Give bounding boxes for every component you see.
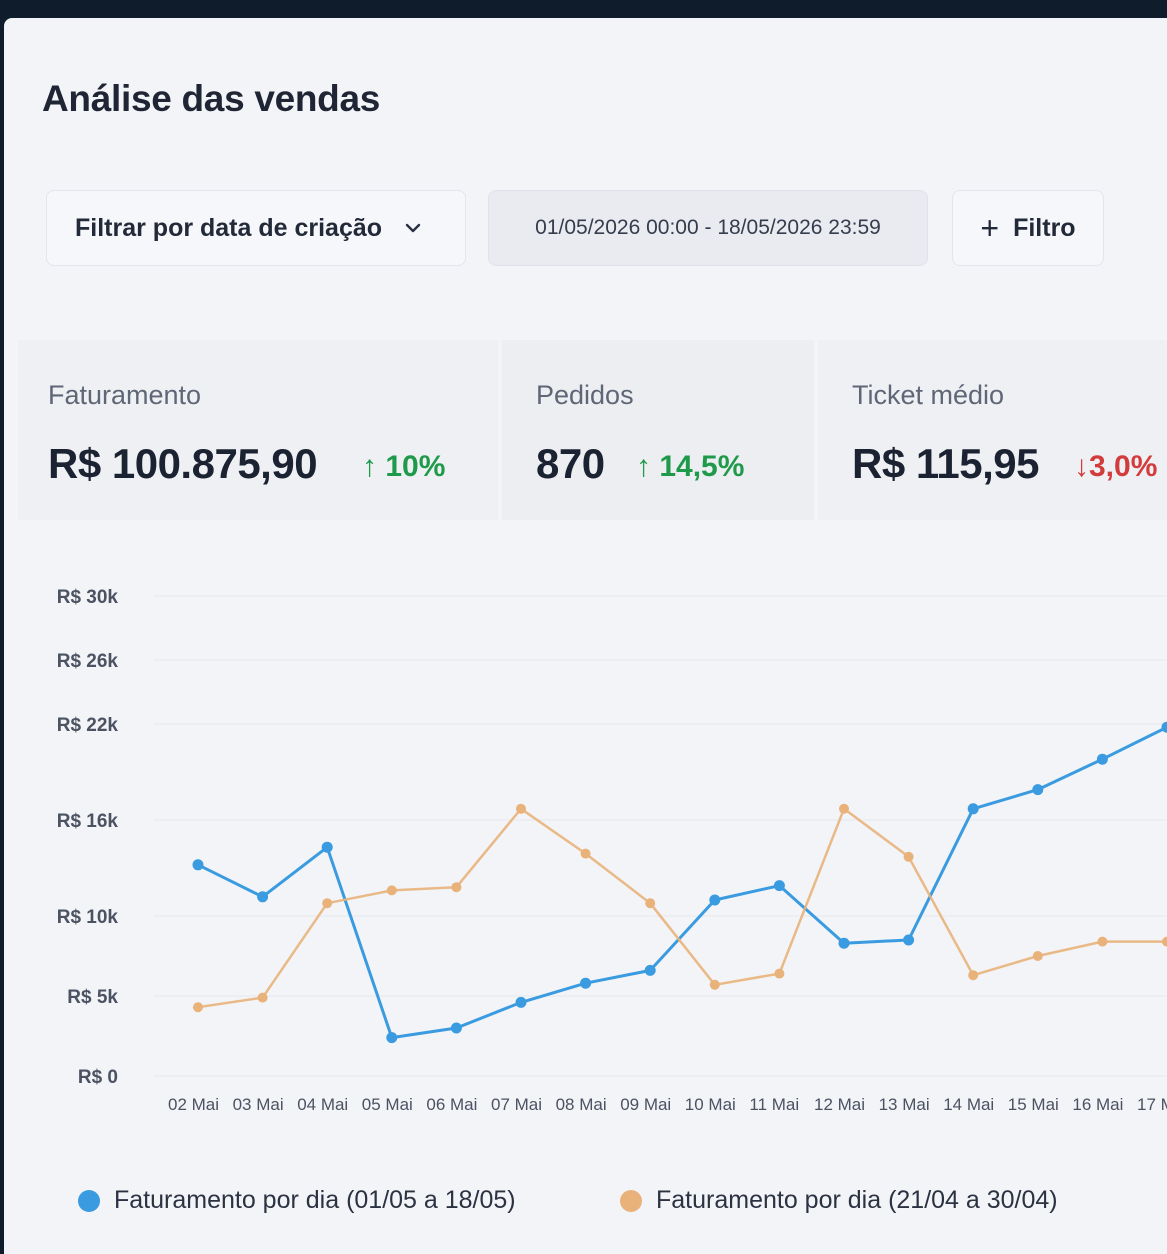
data-point <box>516 803 526 814</box>
legend-item-current[interactable]: Faturamento por dia (01/05 a 18/05) <box>78 1186 516 1215</box>
data-point <box>192 859 204 871</box>
sales-line-chart: R$ 0 R$ 5k R$ 10k R$ 16k R$ 22k R$ 26k R$ 30k 0… <box>57 587 1167 1114</box>
data-point <box>257 992 268 1003</box>
sales-analysis-panel: Análise das vendas Filtrar por data de c… <box>4 18 1167 1254</box>
data-point <box>903 934 915 946</box>
data-point <box>1162 936 1167 947</box>
x-tick-label: 08 Mai <box>556 1095 607 1114</box>
data-point <box>1096 753 1108 765</box>
data-point <box>645 898 656 909</box>
legend-label: Faturamento por dia (01/05 a 18/05) <box>114 1186 516 1214</box>
data-point <box>903 851 914 862</box>
data-point <box>709 894 721 906</box>
data-point <box>1097 936 1108 947</box>
series-line-previous <box>197 807 1167 1009</box>
data-point <box>451 882 462 893</box>
data-point <box>709 979 720 990</box>
data-point <box>774 968 785 979</box>
data-point <box>321 841 333 853</box>
y-tick-label: R$ 10k <box>57 907 119 928</box>
x-tick-label: 17 Mai <box>1137 1095 1167 1114</box>
series-line-current <box>197 725 1167 1040</box>
data-point <box>1032 784 1044 796</box>
legend-item-previous[interactable]: Faturamento por dia (21/04 a 30/04) <box>620 1186 1058 1215</box>
y-tick-label: R$ 0 <box>78 1067 118 1088</box>
y-tick-label: R$ 5k <box>67 987 118 1008</box>
data-point <box>967 803 979 815</box>
data-point <box>1032 951 1043 961</box>
x-tick-label: 05 Mai <box>362 1095 413 1114</box>
x-tick-label: 13 Mai <box>879 1095 930 1114</box>
legend-label: Faturamento por dia (21/04 a 30/04) <box>656 1186 1058 1214</box>
x-tick-label: 06 Mai <box>426 1095 477 1114</box>
x-tick-label: 10 Mai <box>685 1095 736 1114</box>
data-point <box>580 848 591 859</box>
data-point <box>644 964 656 976</box>
data-point <box>968 970 979 981</box>
data-point <box>773 880 785 892</box>
data-point <box>322 898 333 909</box>
data-point <box>386 885 397 896</box>
y-tick-label: R$ 30k <box>57 587 119 608</box>
x-tick-label: 03 Mai <box>233 1095 284 1114</box>
x-tick-label: 11 Mai <box>749 1095 799 1114</box>
data-point <box>193 1002 203 1013</box>
data-point <box>450 1022 462 1034</box>
data-point <box>839 803 849 814</box>
data-point <box>838 937 850 949</box>
legend-dot-current <box>78 1189 100 1212</box>
x-tick-label: 15 Mai <box>1008 1095 1059 1114</box>
x-tick-label: 04 Mai <box>297 1095 348 1114</box>
y-tick-label: R$ 16k <box>57 811 119 832</box>
y-tick-label: R$ 26k <box>57 651 119 672</box>
y-tick-label: R$ 22k <box>57 715 119 736</box>
x-tick-label: 12 Mai <box>814 1095 865 1114</box>
x-tick-label: 02 Mai <box>168 1095 219 1114</box>
x-tick-label: 09 Mai <box>620 1095 671 1114</box>
data-point <box>257 891 269 903</box>
data-point <box>515 996 527 1008</box>
x-tick-label: 07 Mai <box>491 1095 542 1114</box>
x-tick-label: 16 Mai <box>1072 1095 1123 1114</box>
data-point <box>386 1032 398 1044</box>
data-point <box>580 977 592 989</box>
legend-dot-previous <box>620 1189 642 1212</box>
x-tick-label: 14 Mai <box>943 1095 994 1114</box>
